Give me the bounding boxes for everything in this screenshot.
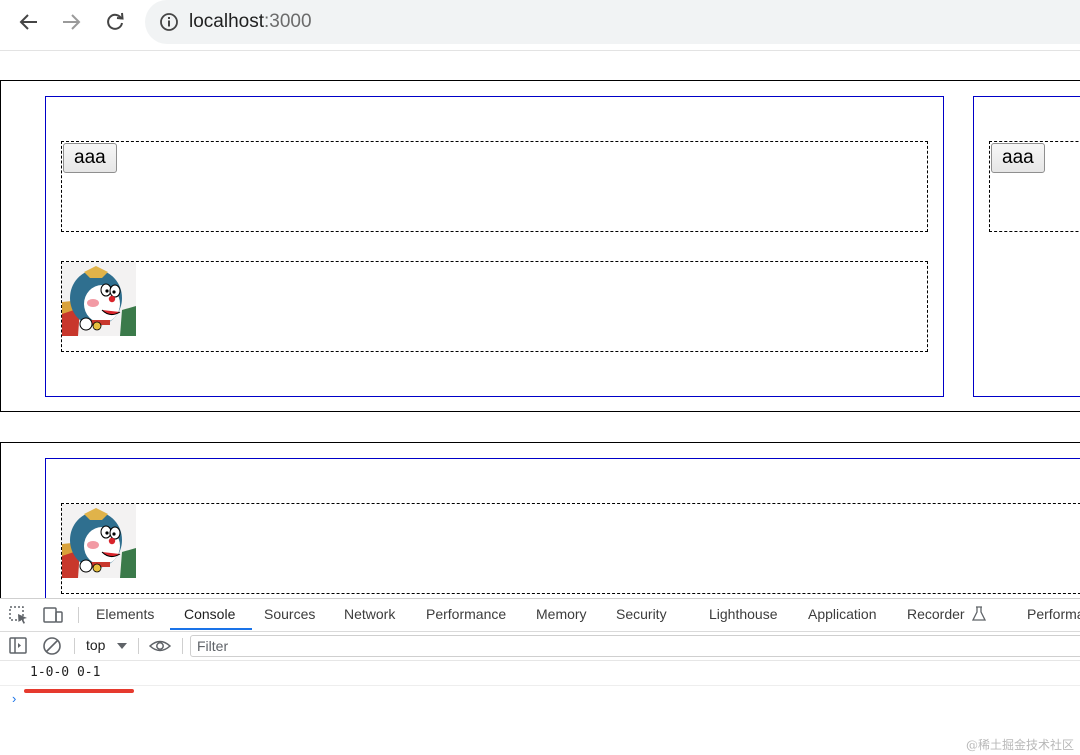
dashed-slot xyxy=(61,261,928,352)
tab-memory[interactable]: Memory xyxy=(536,606,587,622)
aaa-button[interactable]: aaa xyxy=(991,143,1045,173)
outer-container xyxy=(0,442,1080,598)
flask-icon xyxy=(972,606,986,621)
address-bar[interactable]: localhost:3000 xyxy=(145,0,1080,44)
filter-placeholder: Filter xyxy=(197,638,229,654)
console-prompt[interactable]: › xyxy=(12,691,16,706)
url-text: localhost:3000 xyxy=(189,11,312,33)
divider xyxy=(78,607,79,623)
aaa-button[interactable]: aaa xyxy=(63,143,117,173)
inspect-element-icon[interactable] xyxy=(8,605,30,625)
browser-toolbar: localhost:3000 xyxy=(0,0,1080,51)
clear-console-icon[interactable] xyxy=(42,636,64,656)
blue-card: aaa xyxy=(973,96,1080,397)
filter-input[interactable]: Filter xyxy=(190,635,1080,657)
outer-container: aaa aaa xyxy=(0,80,1080,412)
dashed-slot: aaa xyxy=(61,141,928,232)
active-tab-indicator xyxy=(170,628,252,630)
tab-network[interactable]: Network xyxy=(344,606,395,622)
tab-performance-insights[interactable]: Performa xyxy=(1027,606,1080,622)
blue-card: aaa xyxy=(45,96,944,397)
divider xyxy=(74,638,75,654)
doraemon-image xyxy=(62,504,136,578)
tab-sources[interactable]: Sources xyxy=(264,606,315,622)
info-icon[interactable] xyxy=(159,12,179,32)
tab-console[interactable]: Console xyxy=(184,606,235,622)
console-log-row: 1-0-0 0-1 xyxy=(0,661,1080,686)
console-log-text: 1-0-0 0-1 xyxy=(30,665,101,680)
eye-icon[interactable] xyxy=(149,636,171,656)
devtools-tab-bar: Elements Console Sources Network Perform… xyxy=(0,599,1080,632)
devtools-panel: Elements Console Sources Network Perform… xyxy=(0,598,1080,755)
sidebar-toggle-icon[interactable] xyxy=(8,636,30,656)
divider xyxy=(182,638,183,654)
device-toolbar-icon[interactable] xyxy=(42,605,64,625)
tab-elements[interactable]: Elements xyxy=(96,606,154,622)
console-toolbar: top Filter xyxy=(0,632,1080,661)
doraemon-image xyxy=(62,262,136,336)
forward-arrow-icon[interactable] xyxy=(58,9,84,35)
tab-performance[interactable]: Performance xyxy=(426,606,506,622)
tab-recorder[interactable]: Recorder xyxy=(907,606,965,622)
watermark: @稀土掘金技术社区 xyxy=(965,738,1074,752)
tab-security[interactable]: Security xyxy=(616,606,667,622)
reload-icon[interactable] xyxy=(102,9,128,35)
back-arrow-icon[interactable] xyxy=(16,9,42,35)
url-port: :3000 xyxy=(264,11,312,32)
divider xyxy=(138,638,139,654)
context-selector[interactable]: top xyxy=(86,637,105,653)
chevron-down-icon[interactable] xyxy=(117,643,127,649)
annotation-underline xyxy=(24,689,134,693)
dashed-slot xyxy=(61,503,1080,594)
tab-application[interactable]: Application xyxy=(808,606,877,622)
blue-card xyxy=(45,458,1080,598)
page-viewport: aaa aaa xyxy=(0,51,1080,598)
dashed-slot: aaa xyxy=(989,141,1080,232)
tab-lighthouse[interactable]: Lighthouse xyxy=(709,606,778,622)
url-host: localhost xyxy=(189,11,264,32)
